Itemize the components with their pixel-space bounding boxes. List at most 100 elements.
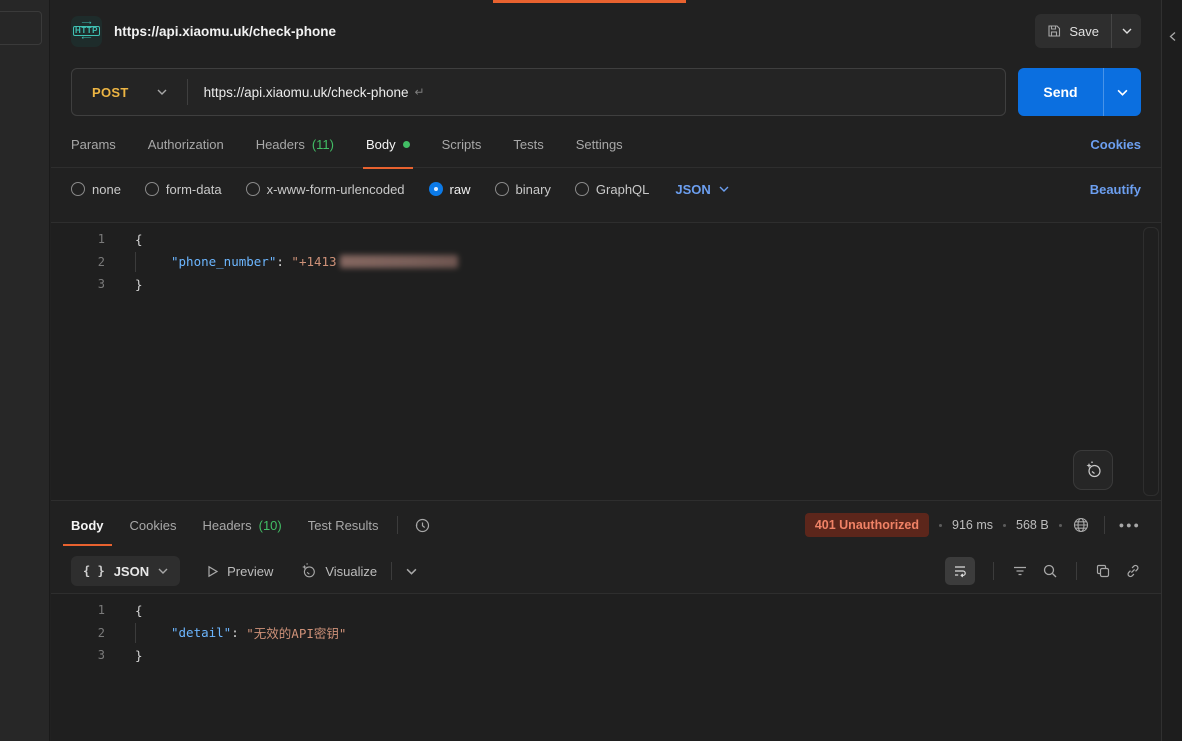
response-tabs-row: Body Cookies Headers (10) Test Results [51, 501, 1161, 549]
response-size[interactable]: 568 B [1016, 518, 1049, 532]
filter-icon[interactable] [1012, 563, 1028, 579]
preview-label: Preview [227, 564, 273, 579]
request-title: https://api.xiaomu.uk/check-phone [114, 24, 336, 39]
code-token: { [135, 232, 143, 247]
url-input[interactable]: https://api.xiaomu.uk/check-phone [204, 85, 409, 100]
editor-scrollbar[interactable] [1143, 227, 1159, 496]
line-number: 1 [51, 603, 113, 617]
response-tab-headers[interactable]: Headers (10) [202, 501, 281, 549]
tab-label: Authorization [148, 137, 224, 152]
collapse-panel-arrow-icon[interactable] [1166, 30, 1179, 43]
sidebar-collapsed-item[interactable] [0, 11, 42, 45]
visualize-label: Visualize [325, 564, 377, 579]
tab-settings[interactable]: Settings [576, 122, 623, 168]
response-tab-cookies[interactable]: Cookies [130, 501, 177, 549]
mode-label: x-www-form-urlencoded [267, 182, 405, 197]
tab-scripts[interactable]: Scripts [442, 122, 482, 168]
response-time[interactable]: 916 ms [952, 518, 993, 532]
json-key: "detail" [171, 625, 231, 640]
code-line: 1 { [51, 228, 1161, 251]
code-line: 1 { [51, 599, 1161, 622]
response-meta: 401 Unauthorized 916 ms 568 B ●●● [805, 513, 1141, 537]
code-line: 3 } [51, 644, 1161, 667]
word-wrap-icon[interactable] [945, 557, 975, 585]
mode-form-data[interactable]: form-data [145, 182, 222, 197]
method-selector[interactable]: POST [72, 69, 187, 115]
tab-authorization[interactable]: Authorization [148, 122, 224, 168]
dot-separator [939, 524, 942, 527]
preview-play-icon [206, 565, 219, 578]
mode-none[interactable]: none [71, 182, 121, 197]
mode-binary[interactable]: binary [495, 182, 551, 197]
radio-icon [246, 182, 260, 196]
dot-separator [1059, 524, 1062, 527]
tab-label: Headers [202, 518, 251, 533]
send-options-caret[interactable] [1103, 68, 1141, 116]
line-number: 3 [51, 648, 113, 662]
json-key: "phone_number" [171, 254, 276, 269]
mode-x-www-form-urlencoded[interactable]: x-www-form-urlencoded [246, 182, 405, 197]
right-sidebar-strip [1161, 0, 1182, 741]
beautify-link[interactable]: Beautify [1090, 182, 1141, 197]
code-token: } [135, 277, 143, 292]
url-box: POST https://api.xiaomu.uk/check-phone ↵ [71, 68, 1006, 116]
tab-label: Test Results [308, 518, 379, 533]
chevron-down-icon[interactable] [406, 568, 417, 575]
send-button[interactable]: Send [1018, 68, 1103, 116]
line-number: 2 [51, 626, 113, 640]
link-icon[interactable] [1125, 563, 1141, 579]
language-selector[interactable]: JSON [675, 182, 728, 197]
headers-count-badge: (11) [312, 137, 334, 152]
copy-icon[interactable] [1095, 563, 1111, 579]
tab-headers[interactable]: Headers (11) [256, 122, 334, 168]
request-tabs-row: Params Authorization Headers (11) Body S… [51, 122, 1161, 168]
mode-raw[interactable]: raw [429, 182, 471, 197]
redacted-phone-blur [340, 255, 458, 268]
headers-count-badge: (10) [259, 518, 282, 533]
save-options-caret[interactable] [1111, 14, 1141, 48]
code-token: : [276, 254, 291, 269]
language-label: JSON [675, 182, 710, 197]
response-body-editor[interactable]: 1 { 2 "detail" : "无效的API密钥" 3 } [51, 593, 1161, 741]
code-token: { [135, 603, 143, 618]
line-number: 2 [51, 255, 113, 269]
radio-icon [145, 182, 159, 196]
mode-graphql[interactable]: GraphQL [575, 182, 649, 197]
more-options-icon[interactable]: ●●● [1119, 520, 1141, 530]
tab-label: Cookies [130, 518, 177, 533]
tab-body[interactable]: Body [366, 122, 410, 168]
response-tab-test-results[interactable]: Test Results [308, 501, 379, 549]
tab-params[interactable]: Params [71, 122, 116, 168]
preview-button[interactable]: Preview [206, 564, 273, 579]
request-workspace: ⟶ HTTP ⟵ https://api.xiaomu.uk/check-pho… [51, 0, 1161, 741]
save-button[interactable]: Save [1035, 14, 1111, 48]
mode-label: raw [450, 182, 471, 197]
network-globe-icon[interactable] [1072, 516, 1090, 534]
visualize-button[interactable]: Visualize [299, 562, 377, 580]
tab-tests[interactable]: Tests [513, 122, 543, 168]
request-tabs: Params Authorization Headers (11) Body S… [71, 122, 623, 168]
mode-label: GraphQL [596, 182, 649, 197]
indent-guide [135, 623, 171, 643]
status-badge[interactable]: 401 Unauthorized [805, 513, 929, 537]
tab-label: Headers [256, 137, 305, 152]
request-header: ⟶ HTTP ⟵ https://api.xiaomu.uk/check-pho… [51, 0, 1161, 62]
postbot-button[interactable] [1073, 450, 1113, 490]
code-line: 2 "phone_number" : "+1413 [51, 251, 1161, 274]
tab-label: Tests [513, 137, 543, 152]
divider [993, 562, 994, 580]
request-url-row: POST https://api.xiaomu.uk/check-phone ↵… [51, 62, 1161, 122]
response-format-selector[interactable]: { } JSON [71, 556, 180, 586]
response-history-icon[interactable] [414, 517, 431, 534]
response-tab-body[interactable]: Body [71, 501, 104, 549]
search-icon[interactable] [1042, 563, 1058, 579]
request-body-editor[interactable]: 1 { 2 "phone_number" : "+1413 3 } [51, 222, 1161, 500]
code-line: 3 } [51, 273, 1161, 296]
curly-braces-icon: { } [83, 564, 105, 578]
http-protocol-icon: ⟶ HTTP ⟵ [71, 16, 102, 47]
dot-separator [1003, 524, 1006, 527]
cookies-link[interactable]: Cookies [1090, 137, 1141, 152]
code-token: } [135, 648, 143, 663]
left-sidebar-strip [0, 0, 50, 741]
tab-label: Settings [576, 137, 623, 152]
